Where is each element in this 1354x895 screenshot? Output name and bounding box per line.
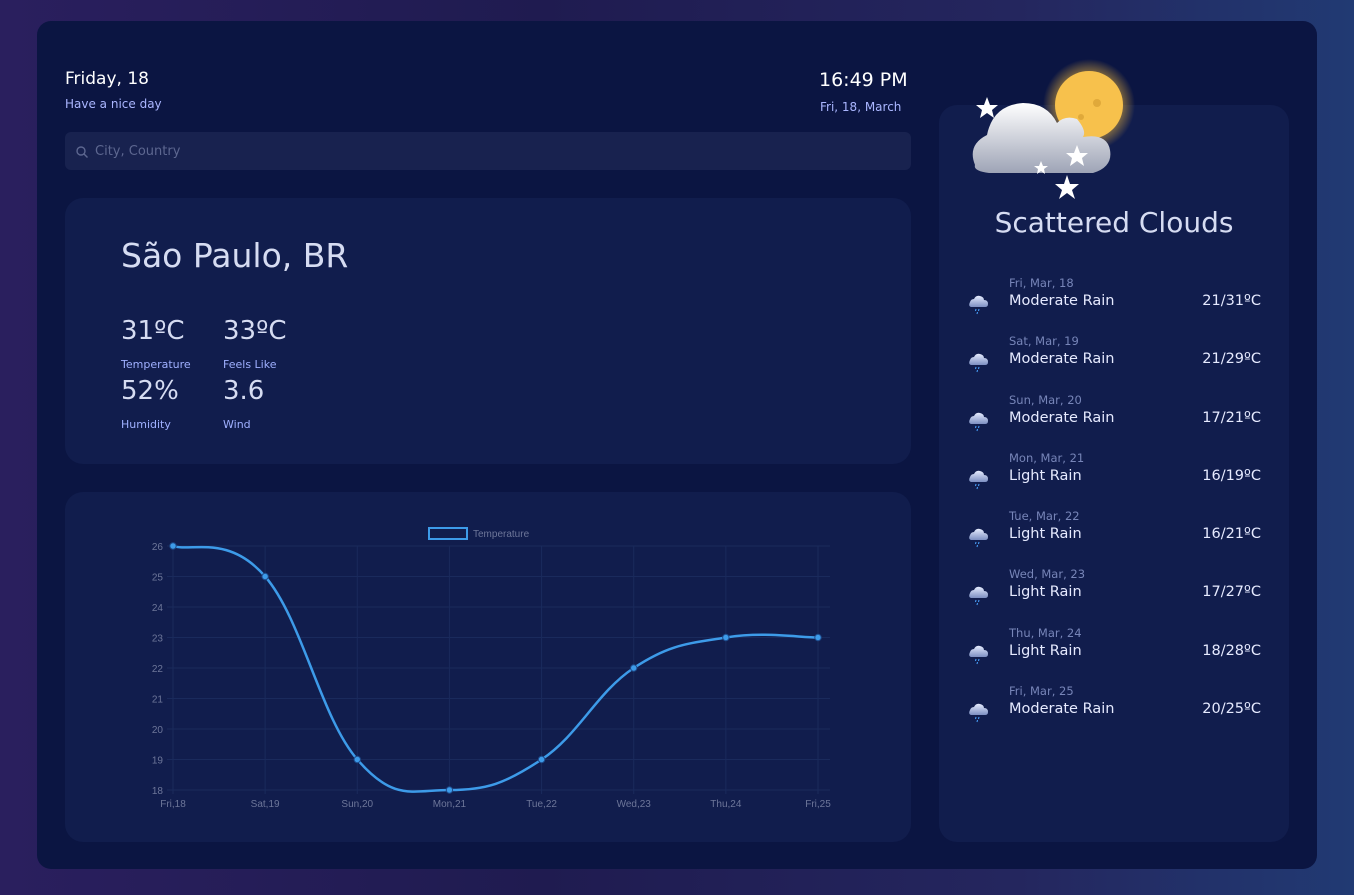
forecast-item: Fri, Mar, 18 Moderate Rain 21/31ºC: [965, 276, 1265, 334]
forecast-date: Sat, Mar, 19: [1009, 334, 1079, 349]
x-tick-label: Sat,19: [251, 799, 280, 810]
data-point: [169, 542, 177, 550]
forecast-temp: 17/21ºC: [1202, 409, 1261, 426]
search-bar[interactable]: [65, 132, 911, 170]
forecast-date: Tue, Mar, 22: [1009, 509, 1080, 524]
y-tick-label: 22: [152, 664, 164, 675]
rain-cloud-icon: [967, 409, 991, 433]
rain-cloud-icon: [967, 700, 991, 724]
rain-cloud-icon: [967, 350, 991, 374]
x-tick-label: Sun,20: [341, 799, 373, 810]
temperature-chart: 18 19 20 21 22 23 24 25 26 Fri,18 Sat,19 Sun,20 Mon,…: [152, 527, 831, 810]
forecast-date: Sun, Mar, 20: [1009, 392, 1082, 407]
wind-label: Wind: [223, 418, 251, 431]
forecast-desc: Light Rain: [1009, 467, 1082, 484]
humidity-value: 52%: [121, 376, 179, 406]
y-tick-label: 18: [152, 786, 164, 797]
rain-cloud-icon: [967, 642, 991, 666]
forecast-temp: 17/27ºC: [1202, 584, 1261, 601]
y-tick-label: 20: [152, 725, 164, 736]
header-greeting: Have a nice day: [65, 97, 162, 111]
forecast-desc: Light Rain: [1009, 526, 1082, 543]
forecast-item: Thu, Mar, 24 Light Rain 18/28ºC: [965, 626, 1265, 684]
weather-app: Friday, 18 Have a nice day 16:49 PM Fri,…: [37, 21, 1317, 869]
forecast-desc: Light Rain: [1009, 642, 1082, 659]
forecast-date: Mon, Mar, 21: [1009, 450, 1085, 465]
temperature-chart-card: 18 19 20 21 22 23 24 25 26 Fri,18 Sat,19 Sun,20 Mon,…: [65, 492, 911, 842]
forecast-date: Fri, Mar, 18: [1009, 276, 1074, 290]
forecast-desc: Moderate Rain: [1009, 701, 1115, 718]
rain-cloud-icon: [967, 583, 991, 607]
forecast-temp: 18/28ºC: [1202, 642, 1261, 659]
forecast-temp: 16/21ºC: [1202, 526, 1261, 543]
x-tick-label: Fri,18: [160, 799, 186, 810]
y-tick-label: 23: [152, 634, 164, 645]
data-point: [722, 633, 730, 642]
search-icon: [75, 144, 89, 158]
header-date: Fri, 18, March: [820, 100, 902, 114]
current-weather-card: São Paulo, BR 31ºC Temperature 33ºC Feel…: [65, 198, 911, 464]
y-tick-label: 24: [152, 603, 164, 614]
forecast-list: Fri, Mar, 18 Moderate Rain 21/31ºC Sat, …: [965, 276, 1265, 742]
data-point: [537, 755, 546, 764]
rain-cloud-icon: [967, 525, 991, 549]
rain-cloud-icon: [967, 467, 991, 491]
x-tick-label: Thu,24: [710, 799, 742, 810]
x-tick-label: Wed,23: [617, 799, 652, 810]
forecast-temp: 20/25ºC: [1202, 701, 1261, 718]
forecast-item: Wed, Mar, 23 Light Rain 17/27ºC: [965, 567, 1265, 625]
x-tick-label: Tue,22: [526, 799, 557, 810]
x-tick-label: Mon,21: [433, 799, 467, 810]
temperature-value: 31ºC: [121, 316, 185, 346]
feels-like-label: Feels Like: [223, 358, 277, 371]
forecast-item: Fri, Mar, 25 Moderate Rain 20/25ºC: [965, 684, 1265, 742]
header-time: 16:49 PM: [819, 69, 908, 91]
condition-title: Scattered Clouds: [994, 206, 1234, 239]
forecast-date: Fri, Mar, 25: [1009, 684, 1074, 699]
forecast-temp: 21/31ºC: [1202, 293, 1261, 309]
data-point: [445, 786, 454, 794]
city-name: São Paulo, BR: [121, 236, 349, 275]
data-point: [630, 664, 638, 672]
data-point: [261, 572, 269, 581]
forecast-item: Mon, Mar, 21 Light Rain 16/19ºC: [965, 451, 1265, 509]
wind-value: 3.6: [223, 376, 265, 406]
legend-swatch: [428, 527, 468, 540]
humidity-label: Humidity: [121, 418, 171, 431]
forecast-desc: Moderate Rain: [1009, 409, 1115, 426]
data-point: [353, 755, 361, 764]
forecast-temp: 21/29ºC: [1202, 351, 1261, 368]
y-tick-label: 21: [152, 695, 164, 706]
forecast-desc: Moderate Rain: [1009, 293, 1115, 309]
forecast-item: Sat, Mar, 19 Moderate Rain 21/29ºC: [965, 334, 1265, 392]
forecast-desc: Light Rain: [1009, 584, 1082, 601]
feels-like-value: 33ºC: [223, 316, 287, 346]
header-day: Friday, 18: [65, 69, 149, 89]
forecast-item: Sun, Mar, 20 Moderate Rain 17/21ºC: [965, 393, 1265, 451]
rain-cloud-icon: [967, 292, 991, 316]
temperature-label: Temperature: [121, 358, 191, 371]
search-input[interactable]: [93, 142, 877, 160]
temperature-series-line: [172, 544, 819, 793]
x-tick-label: Fri,25: [805, 799, 831, 810]
legend-label: Temperature: [473, 529, 530, 540]
forecast-item: Tue, Mar, 22 Light Rain 16/21ºC: [965, 509, 1265, 567]
forecast-date: Wed, Mar, 23: [1009, 567, 1086, 582]
cloud-moon-stars-icon: [965, 45, 1145, 210]
forecast-date: Thu, Mar, 24: [1009, 625, 1082, 640]
forecast-temp: 16/19ºC: [1202, 467, 1261, 484]
y-tick-label: 25: [152, 573, 164, 584]
forecast-desc: Moderate Rain: [1009, 351, 1115, 368]
y-tick-label: 26: [152, 542, 164, 553]
data-point: [814, 633, 822, 642]
y-tick-label: 19: [152, 756, 164, 767]
